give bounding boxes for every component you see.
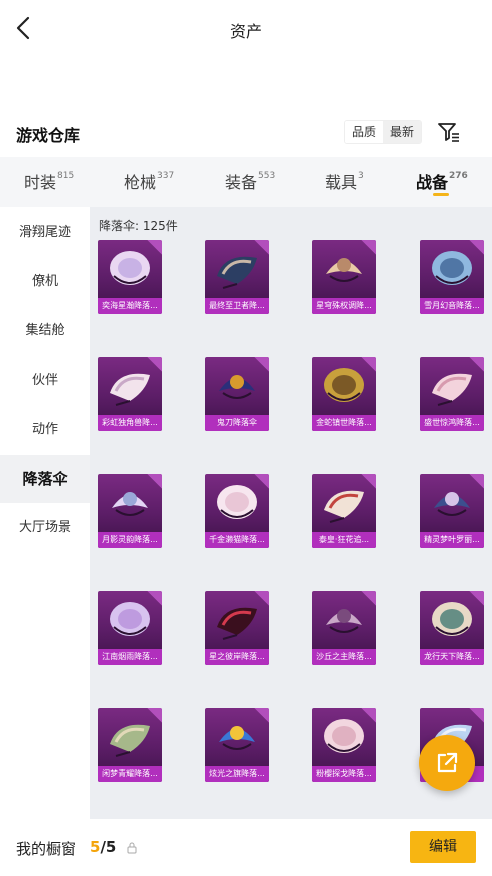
bottom-bar: 我的橱窗 5/5 编辑 bbox=[0, 819, 492, 876]
parachute-card[interactable]: 月影灵韵降落... bbox=[98, 474, 162, 548]
parachute-name: 炫光之旗降落... bbox=[205, 766, 269, 782]
fan-parachute-icon bbox=[110, 373, 150, 406]
showcase-count: 5/5 bbox=[90, 838, 116, 856]
dune-parachute-icon bbox=[326, 609, 362, 633]
red-flower-parachute-icon bbox=[217, 607, 257, 640]
parachute-card[interactable]: 江南烟雨降落... bbox=[98, 591, 162, 665]
blue-wing-parachute-icon bbox=[432, 251, 472, 285]
parachute-name: 精灵梦叶罗丽... bbox=[420, 532, 484, 548]
parachute-name: 金蛇镇世降落... bbox=[312, 415, 376, 431]
sort-toggle: 品质 最新 bbox=[344, 120, 422, 144]
parachute-name: 泰皇·狂花追... bbox=[312, 532, 376, 548]
category-tabs: 时装815 枪械337 装备553 载具3 战备276 bbox=[0, 157, 492, 207]
active-tab-indicator bbox=[433, 193, 449, 196]
pink-sakura-parachute-icon bbox=[324, 719, 364, 753]
tab-fashion[interactable]: 时装815 bbox=[24, 169, 74, 193]
parachute-name: 星之彼岸降落... bbox=[205, 649, 269, 665]
item-count: 降落伞: 125件 bbox=[99, 219, 178, 233]
parachute-card[interactable]: 金蛇镇世降落... bbox=[312, 357, 376, 431]
warehouse-title: 游戏仓库 bbox=[16, 126, 81, 145]
parachute-card[interactable]: 奕海星瀚降落... bbox=[98, 240, 162, 314]
tab-guns[interactable]: 枪械337 bbox=[124, 169, 174, 193]
share-button[interactable] bbox=[419, 735, 475, 791]
sidebar-item-partner[interactable]: 伙伴 bbox=[0, 357, 90, 405]
round-portrait-parachute-icon bbox=[324, 490, 364, 523]
parachute-card[interactable]: 闲梦青耀降落... bbox=[98, 708, 162, 782]
butterfly-parachute-icon bbox=[110, 602, 150, 636]
top-bar: 资产 bbox=[0, 0, 492, 58]
parachute-card[interactable]: 盛世惊鸿降落... bbox=[420, 357, 484, 431]
parachute-card[interactable]: 精灵梦叶罗丽... bbox=[420, 474, 484, 548]
sidebar: 滑翔尾迹 僚机 集结舱 伙伴 动作 降落伞 大厅场景 bbox=[0, 207, 90, 819]
ornate-round-parachute-icon bbox=[326, 258, 362, 282]
warehouse-header: 游戏仓库 品质 最新 bbox=[0, 112, 492, 154]
parachute-name: 彩虹独角兽降... bbox=[98, 415, 162, 431]
sort-option-latest[interactable]: 最新 bbox=[383, 121, 421, 143]
sort-option-quality[interactable]: 品质 bbox=[345, 121, 383, 143]
parachute-name: 粉樱探戈降落... bbox=[312, 766, 376, 782]
filter-icon[interactable] bbox=[436, 119, 462, 145]
parachute-name: 闲梦青耀降落... bbox=[98, 766, 162, 782]
parachute-name: 星穹殊权调降... bbox=[312, 298, 376, 314]
golden-snake-parachute-icon bbox=[324, 368, 364, 402]
parachute-card[interactable]: 千金濑猫降落... bbox=[205, 474, 269, 548]
parachute-name: 江南烟雨降落... bbox=[98, 649, 162, 665]
fairy-fan-parachute-icon bbox=[434, 492, 470, 516]
showcase-current: 5 bbox=[90, 838, 101, 856]
sidebar-item-parachute[interactable]: 降落伞 bbox=[0, 455, 90, 503]
dragon-parachute-icon bbox=[432, 602, 472, 636]
page-title: 资产 bbox=[229, 22, 262, 41]
jade-round-parachute-icon bbox=[110, 724, 150, 757]
sidebar-item-glide-trail[interactable]: 滑翔尾迹 bbox=[0, 209, 90, 257]
edit-button[interactable]: 编辑 bbox=[410, 831, 476, 863]
tab-equipment[interactable]: 装备553 bbox=[225, 169, 275, 193]
lock-icon bbox=[127, 842, 137, 854]
pink-lace-parachute-icon bbox=[432, 373, 472, 406]
shell-parachute-icon bbox=[110, 251, 150, 285]
tab-battle-gear[interactable]: 战备276 bbox=[416, 169, 468, 193]
assets-page: 资产 游戏仓库 品质 最新 时装815 枪械337 装备553 载具3 战备27… bbox=[0, 0, 492, 876]
parachute-name: 月影灵韵降落... bbox=[98, 532, 162, 548]
parachute-card[interactable]: 星之彼岸降落... bbox=[205, 591, 269, 665]
parachute-name: 雪月幻音降落... bbox=[420, 298, 484, 314]
parachute-name: 盛世惊鸿降落... bbox=[420, 415, 484, 431]
parachute-name: 最终至卫者降... bbox=[205, 298, 269, 314]
parachute-card[interactable]: 泰皇·狂花追... bbox=[312, 474, 376, 548]
sidebar-item-emote[interactable]: 动作 bbox=[0, 406, 90, 454]
parachute-card[interactable]: 炫光之旗降落... bbox=[205, 708, 269, 782]
sidebar-item-wingman[interactable]: 僚机 bbox=[0, 258, 90, 306]
parachute-card[interactable]: 龙行天下降落... bbox=[420, 591, 484, 665]
parachute-card[interactable]: 粉樱探戈降落... bbox=[312, 708, 376, 782]
dark-wing-parachute-icon bbox=[217, 256, 257, 289]
parachute-card[interactable]: 最终至卫者降... bbox=[205, 240, 269, 314]
external-link-icon bbox=[437, 752, 458, 773]
colorful-flag-parachute-icon bbox=[219, 726, 255, 750]
parachute-card[interactable]: 沙丘之主降落... bbox=[312, 591, 376, 665]
sidebar-item-lobby-scene[interactable]: 大厅场景 bbox=[0, 504, 90, 552]
parachute-card[interactable]: 彩虹独角兽降... bbox=[98, 357, 162, 431]
parachute-card[interactable]: 星穹殊权调降... bbox=[312, 240, 376, 314]
parachute-name: 鬼刀降落伞 bbox=[205, 415, 269, 431]
parachute-name: 龙行天下降落... bbox=[420, 649, 484, 665]
parachute-name: 沙丘之主降落... bbox=[312, 649, 376, 665]
parachute-name: 千金濑猫降落... bbox=[205, 532, 269, 548]
ghost-blade-parachute-icon bbox=[219, 375, 255, 399]
moon-fan-parachute-icon bbox=[112, 492, 148, 516]
tab-vehicles[interactable]: 载具3 bbox=[325, 169, 364, 193]
parachute-grid: 降落伞: 125件 奕海星瀚降落... 最终至卫者降... 星穹殊权调降... 雪月幻… bbox=[90, 207, 492, 819]
sidebar-item-assembly-pod[interactable]: 集结舱 bbox=[0, 307, 90, 355]
parachute-name: 奕海星瀚降落... bbox=[98, 298, 162, 314]
showcase-label: 我的橱窗 bbox=[16, 840, 77, 858]
cat-parachute-icon bbox=[217, 485, 257, 519]
showcase-total: /5 bbox=[100, 838, 117, 856]
parachute-card[interactable]: 鬼刀降落伞 bbox=[205, 357, 269, 431]
parachute-card[interactable]: 雪月幻音降落... bbox=[420, 240, 484, 314]
